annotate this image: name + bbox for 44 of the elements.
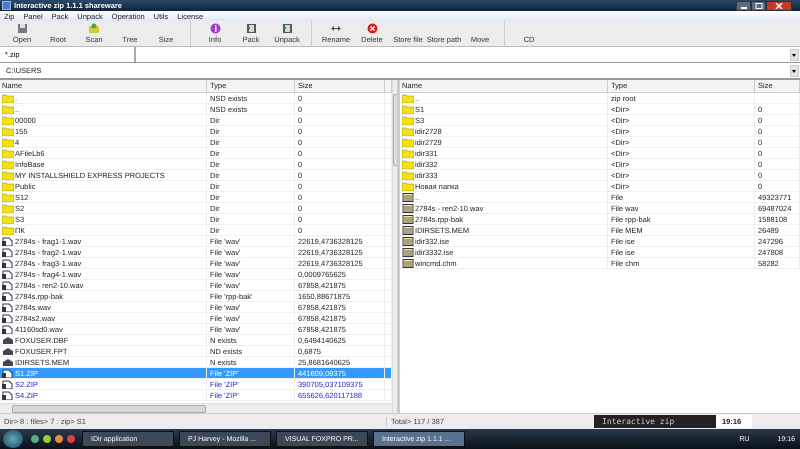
archive-icon xyxy=(246,22,256,34)
archive-file-icon xyxy=(402,214,414,224)
vertical-scrollbar[interactable] xyxy=(392,80,397,413)
folder-icon xyxy=(402,138,414,146)
folder-icon xyxy=(2,116,14,124)
folder-icon xyxy=(2,214,14,224)
folder-icon xyxy=(2,204,14,212)
minimize-button[interactable] xyxy=(736,0,751,10)
folder-icon xyxy=(2,148,14,158)
folder-icon xyxy=(402,160,414,168)
folder-icon xyxy=(402,182,414,190)
folder-icon xyxy=(2,138,14,146)
archive-file-icon xyxy=(402,204,414,212)
archive-icon xyxy=(282,22,292,34)
info-icon xyxy=(210,22,220,34)
folder-icon xyxy=(402,148,414,158)
archive-file-icon xyxy=(402,226,414,234)
archive-file-icon xyxy=(402,258,414,268)
maximize-button[interactable] xyxy=(751,0,766,10)
folder-icon xyxy=(88,22,100,34)
archive-file-icon xyxy=(402,236,414,246)
folder-icon xyxy=(402,126,414,136)
horizontal-scrollbar[interactable] xyxy=(0,403,392,413)
start-button[interactable] xyxy=(3,430,23,448)
maximize-icon xyxy=(754,2,762,8)
archive-file-icon xyxy=(402,192,414,202)
database-icon xyxy=(2,346,14,356)
archive-file-icon xyxy=(402,248,414,256)
folder-icon xyxy=(2,126,14,136)
folder-icon xyxy=(2,170,14,180)
close-button[interactable] xyxy=(766,0,792,10)
folder-icon xyxy=(2,104,14,114)
folder-icon xyxy=(402,116,414,124)
folder-icon xyxy=(2,226,14,234)
folder-icon xyxy=(2,192,14,202)
delete-icon xyxy=(366,22,378,34)
app-icon xyxy=(2,1,11,10)
database-icon xyxy=(2,336,14,344)
folder-icon xyxy=(402,104,414,114)
folder-icon xyxy=(2,160,14,168)
folder-icon xyxy=(2,182,14,190)
folder-icon xyxy=(402,170,414,180)
close-icon xyxy=(775,2,783,8)
app-banner: Interactive zip xyxy=(594,415,716,428)
